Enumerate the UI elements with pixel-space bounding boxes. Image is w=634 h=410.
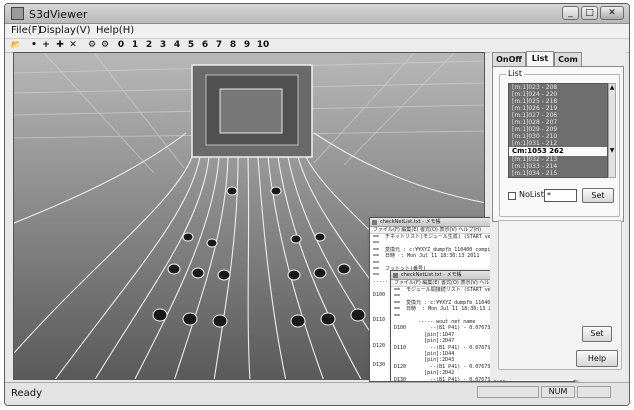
open-icon[interactable]: 📂 — [10, 40, 22, 52]
layer-8-button[interactable]: 8 — [228, 40, 238, 52]
numlock-indicator: NUM — [541, 386, 575, 398]
list-group: List [m:1]023 - 208 [m:1]024 - 220 [m:1]02… — [499, 69, 620, 217]
layer-5-button[interactable]: 5 — [186, 40, 196, 52]
list-item[interactable]: [m:1]024 - 220 — [509, 91, 607, 98]
maximize-button[interactable]: □ — [581, 6, 598, 20]
list-item[interactable]: Cm:1053 262 — [509, 147, 607, 156]
menu-file[interactable]: File(F) — [11, 25, 41, 36]
minimize-button[interactable]: _ — [562, 6, 579, 20]
app-icon — [11, 7, 24, 20]
set-button[interactable]: Set — [582, 188, 614, 203]
status-panel-empty-2 — [577, 386, 611, 398]
tab-list[interactable]: List — [526, 51, 554, 67]
layer-7-button[interactable]: 7 — [214, 40, 224, 52]
status-bar: Ready NUM — [5, 382, 629, 405]
help-button[interactable]: Help — [576, 350, 618, 367]
layer-9-button[interactable]: 9 — [242, 40, 252, 52]
list-item[interactable]: [m:1]032 - 213 — [509, 156, 607, 163]
title-bar: S3dViewer _ □ ✕ — [5, 4, 629, 24]
list-item[interactable]: [m:1]025 - 218 — [509, 98, 607, 105]
list-item[interactable]: [m:1]035 - 216 — [509, 177, 607, 178]
layer-2-button[interactable]: 2 — [144, 40, 154, 52]
move-icon[interactable]: ✚ — [55, 40, 65, 52]
status-panel-empty — [477, 386, 539, 398]
command-group — [498, 220, 622, 370]
app-window: S3dViewer _ □ ✕ File(F) Display(V) Help(H)… — [4, 3, 630, 406]
settings-icon[interactable]: ⚙ — [87, 40, 97, 52]
list-item[interactable]: [m:1]029 - 209 — [509, 126, 607, 133]
list-item[interactable]: [m:1]031 - 212 — [509, 140, 607, 147]
layer-6-button[interactable]: 6 — [200, 40, 210, 52]
list-item[interactable]: [m:1]023 - 208 — [509, 84, 607, 91]
list-item[interactable]: [m:1]027 - 206 — [509, 112, 607, 119]
add-icon[interactable]: + — [41, 40, 51, 52]
settings-alt-icon[interactable]: ⚙ — [100, 40, 110, 52]
window-controls: _ □ ✕ — [560, 6, 624, 21]
layer-1-button[interactable]: 1 — [130, 40, 140, 52]
set-command-button[interactable]: Set — [582, 326, 612, 342]
tab-com[interactable]: Com — [554, 52, 582, 67]
list-item[interactable]: [m:1]026 - 219 — [509, 105, 607, 112]
layer-0-button[interactable]: 0 — [116, 40, 126, 52]
side-panel: OnOff List Com List [m:1]023 - 208 [m:1]0… — [490, 51, 626, 380]
status-text: Ready — [11, 388, 43, 399]
menu-bar: File(F) Display(V) Help(H) — [5, 24, 629, 39]
list-item[interactable]: [m:1]034 - 215 — [509, 170, 607, 177]
point-icon[interactable]: • — [29, 40, 39, 52]
tab-onoff[interactable]: OnOff — [492, 52, 526, 67]
layer-3-button[interactable]: 3 — [158, 40, 168, 52]
cross-icon[interactable]: ✕ — [68, 40, 78, 52]
filter-input[interactable]: * — [544, 189, 577, 202]
menu-help[interactable]: Help(H) — [96, 25, 134, 36]
list-item[interactable]: [m:1]030 - 210 — [509, 133, 607, 140]
tab-content-list: List [m:1]023 - 208 [m:1]024 - 220 [m:1]02… — [492, 66, 624, 222]
net-listbox[interactable]: [m:1]023 - 208 [m:1]024 - 220 [m:1]025 - 2… — [508, 83, 608, 178]
layer-4-button[interactable]: 4 — [172, 40, 182, 52]
nolist-checkbox[interactable] — [508, 192, 516, 200]
list-group-label: List — [506, 69, 524, 78]
window-title: S3dViewer — [29, 8, 88, 21]
layer-10-button[interactable]: 10 — [256, 40, 270, 52]
menu-display[interactable]: Display(V) — [39, 25, 91, 36]
listbox-scrollbar[interactable]: ▲ ▼ — [608, 83, 616, 178]
list-item[interactable]: [m:1]028 - 207 — [509, 119, 607, 126]
list-item[interactable]: [m:1]033 - 214 — [509, 163, 607, 170]
close-button[interactable]: ✕ — [600, 6, 624, 20]
nolist-label: NoList — [519, 190, 544, 199]
